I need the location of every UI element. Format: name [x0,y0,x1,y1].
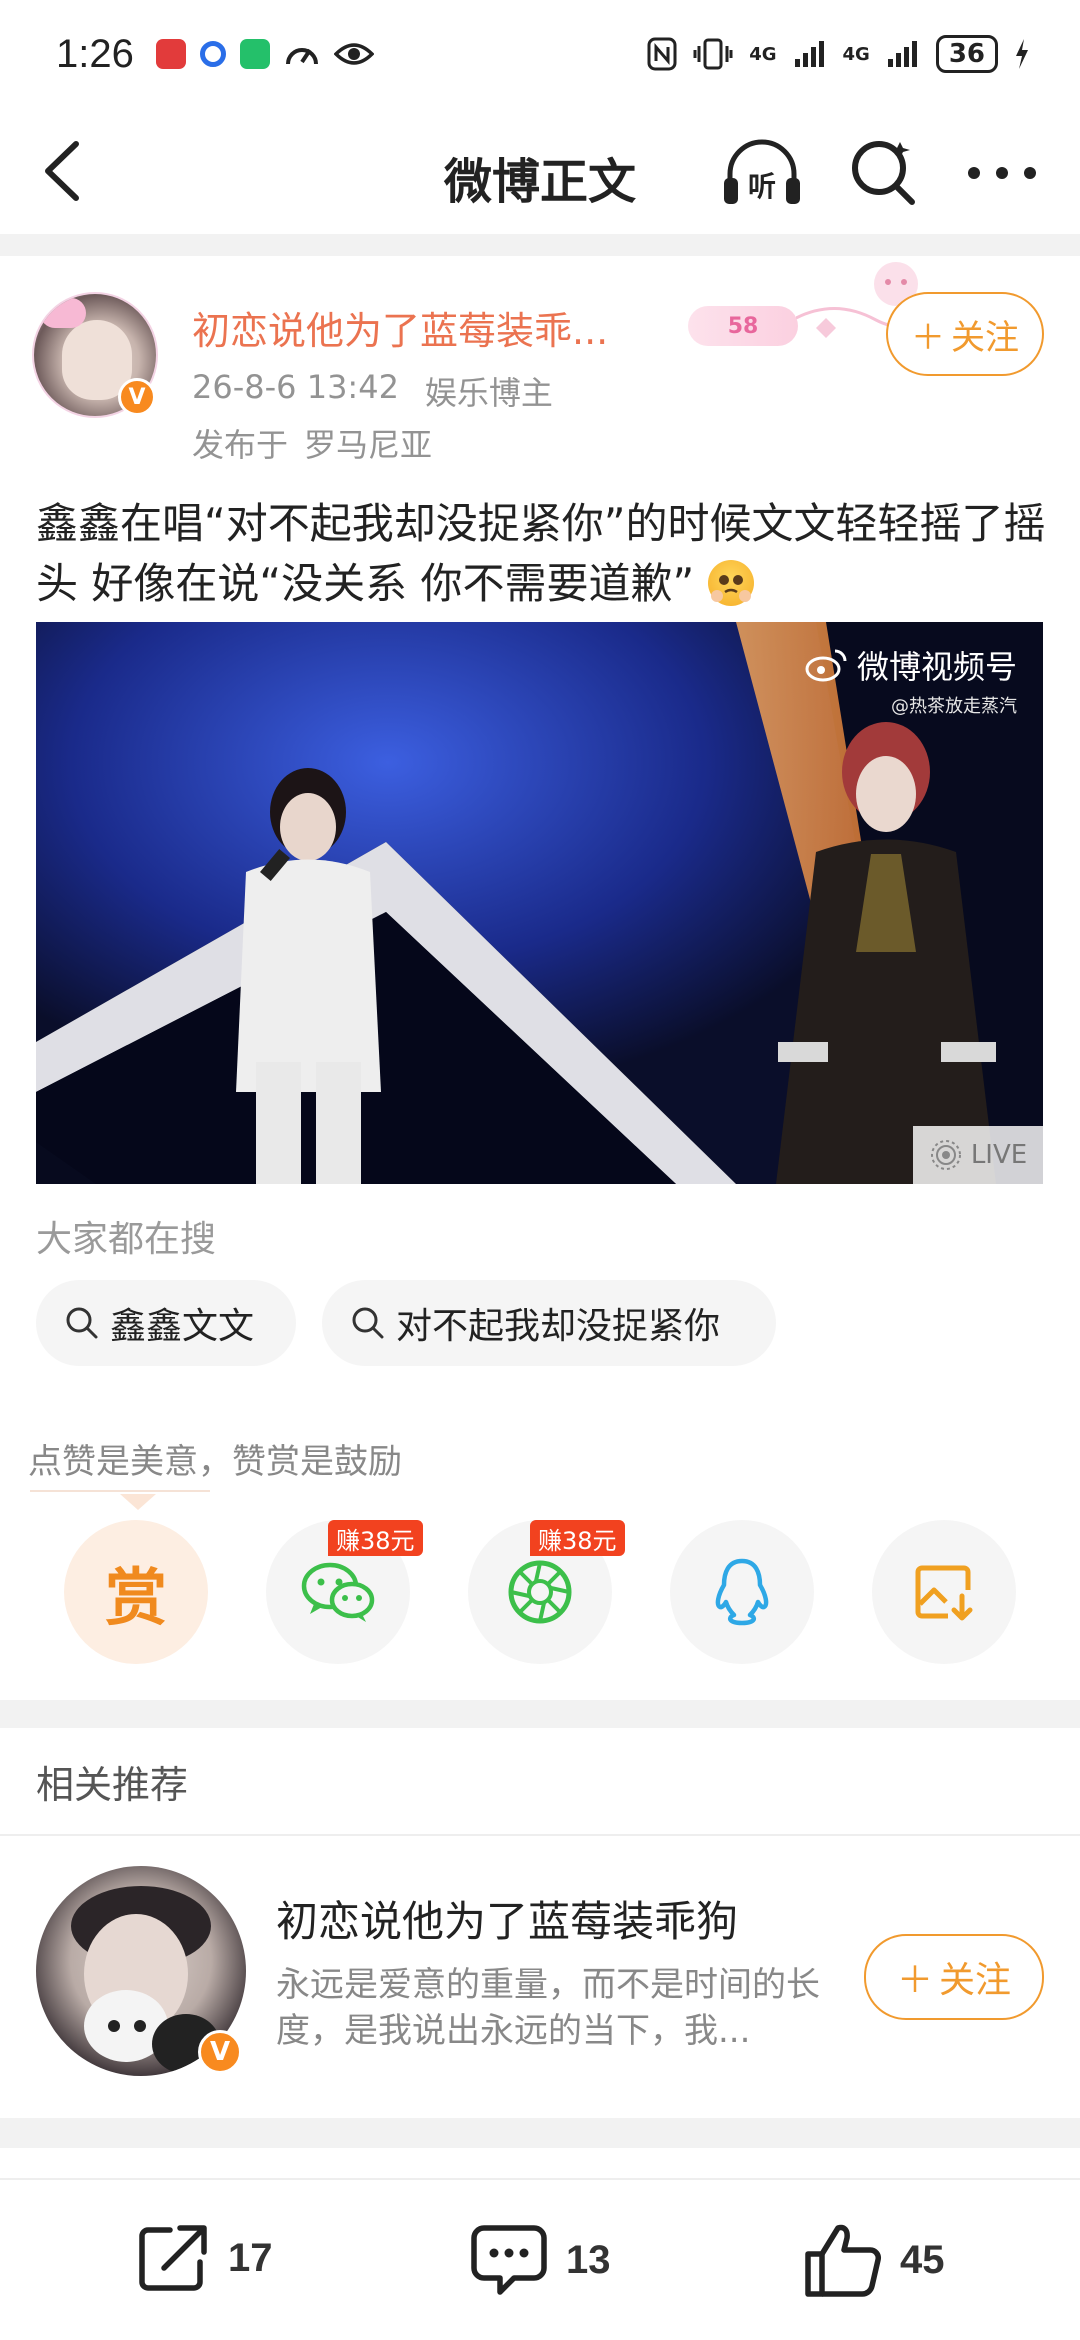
wechat-icon [301,1562,375,1622]
related-user-desc: 永远是爱意的重量，而不是时间的长度，是我说出永远的当下，我... [276,1965,820,2051]
follow-button[interactable]: ＋关注 [886,292,1044,376]
green-app-icon [239,39,270,69]
location-name: 罗马尼亚 [304,426,433,464]
thumbs-up-icon [805,2224,881,2297]
hot-search-label: 大家都在搜 [36,1219,217,1260]
post-body-text: 鑫鑫在唱“对不起我却没捉紧你”的时候文文轻轻摇了摇头 好像在说“没关系 你不需要… [36,499,1046,608]
status-right: 4G 4G 36 [647,35,1030,73]
charging-icon [1016,39,1028,69]
related-user-name[interactable]: 初恋说他为了蓝莓装乖狗 [276,1888,738,1949]
save-image-icon [915,1565,973,1621]
related-verified-badge: V [198,2030,242,2074]
author-name[interactable]: 初恋说他为了蓝莓装乖... [192,300,672,355]
save-image-button[interactable] [872,1520,1016,1664]
post-body: 鑫鑫在唱“对不起我却没捉紧你”的时候文文轻轻摇了摇头 好像在说“没关系 你不需要… [36,494,1046,614]
wechat-moments-icon [508,1560,572,1624]
comment-count: 13 [566,2237,611,2282]
related-verified-label: V [209,2037,231,2067]
qq-icon [715,1558,769,1626]
earn-badge-moments: 赚38元 [530,1520,625,1556]
video-player[interactable]: 微博视频号 @热茶放走蒸汽 LIVE [36,622,1043,1184]
post-location: 发布于 罗马尼亚 [192,420,432,466]
earn-badge-wechat: 赚38元 [328,1520,423,1556]
eye-icon [333,43,374,65]
author-tag: 娱乐博主 [424,374,553,412]
speedometer-icon [285,48,318,65]
svip-badge: 58 [688,306,798,346]
weibo-logo-icon [805,649,847,682]
network-label-2: 4G [842,43,870,65]
search-icon[interactable] [848,136,918,208]
like-button[interactable]: 45 [804,2222,945,2298]
plus-icon: ＋ [911,317,945,358]
section-divider [0,1700,1080,1728]
live-photo-icon [930,1140,961,1170]
comment-button[interactable]: 13 [470,2222,611,2298]
tip-arrow [120,1494,156,1510]
pleading-emoji-icon [707,560,754,606]
live-badge[interactable]: LIVE [913,1126,1043,1184]
circle-app-icon [199,41,226,67]
related-follow-button[interactable]: ＋关注 [864,1934,1044,2020]
post-timestamp: 26-8-6 13:42 [192,368,399,406]
nfc-icon [647,37,677,71]
watermark-text: 微博视频号 [856,648,1017,686]
reward-tip: 点赞是美意，赞赏是鼓励 [28,1442,402,1482]
listen-headphones-icon[interactable]: 听 [720,134,804,210]
hot-search-chip-1[interactable]: 鑫鑫文文 [36,1280,296,1366]
share-qq-button[interactable] [670,1520,814,1664]
repost-count: 17 [228,2235,273,2280]
like-count: 45 [900,2237,945,2282]
search-icon [352,1307,384,1339]
related-follow-label: 关注 [939,1960,1012,2001]
status-bar: 1:26 4G 4G 36 [0,0,1080,108]
avatar-bow [40,298,86,328]
post-meta: 26-8-6 13:42 娱乐博主 [192,368,553,414]
follow-button-label: 关注 [951,317,1019,358]
related-section-title: 相关推荐 [36,1763,189,1807]
vibrate-icon [693,38,733,70]
nav-bar: 微博正文 听 [0,108,1080,234]
location-prefix: 发布于 [192,426,289,464]
comment-icon [471,2225,547,2295]
reward-button[interactable]: 赏 [64,1520,208,1664]
page-title: 微博正文 [443,154,636,210]
reward-label: 赏 [104,1561,167,1634]
section-divider [0,2118,1080,2148]
watermark-sub: @热茶放走蒸汽 [891,696,1017,717]
plus-icon: ＋ [896,1960,933,2001]
live-label: LIVE [970,1140,1028,1170]
related-divider [0,1834,1080,1836]
verified-badge: V [118,378,156,416]
hot-search-chip-label: 对不起我却没捉紧你 [396,1306,721,1347]
verified-badge-label: V [128,384,146,410]
section-divider [0,234,1080,256]
network-label-1: 4G [749,43,777,65]
signal-icon-2 [887,41,917,67]
more-icon[interactable] [962,148,1042,198]
bottom-action-bar: 17 13 45 [0,2178,1080,2340]
tip-divider [30,1490,210,1492]
video-watermark: 微博视频号 @热茶放走蒸汽 [805,642,1017,718]
back-arrow-icon[interactable] [34,138,94,204]
status-time: 1:26 [56,31,134,76]
huawei-app-icon [155,39,186,69]
listen-label: 听 [748,170,776,203]
repost-button[interactable]: 17 [134,2222,273,2294]
svip-level: 58 [727,313,759,339]
hot-search-chip-label: 鑫鑫文文 [110,1306,255,1347]
repost-icon [139,2225,207,2291]
battery-level: 36 [948,39,985,69]
hot-search-chip-2[interactable]: 对不起我却没捉紧你 [322,1280,776,1366]
search-icon [66,1307,98,1339]
signal-icon-1 [794,41,824,67]
notification-icons [155,38,374,70]
battery-indicator: 36 [935,35,998,73]
